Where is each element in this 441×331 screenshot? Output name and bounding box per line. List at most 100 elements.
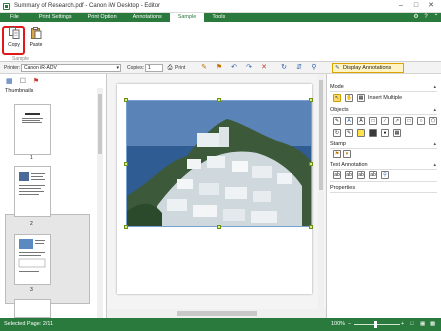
insert-multiple-label[interactable]: Insert Multiple [368,95,402,101]
copies-label: Copies: [127,65,144,71]
resize-handle[interactable] [217,225,221,229]
thumbnail-page-2[interactable] [14,166,51,217]
display-annotations-label: Display Annotations [343,65,392,71]
stamp-select-icon[interactable]: ▾ [343,150,351,158]
ellipse-tool-icon[interactable]: ○ [417,117,425,125]
resize-handle[interactable] [124,162,128,166]
move-icon[interactable]: ⇵ [295,64,303,72]
chevron-up-icon[interactable]: ▴ [433,141,436,147]
delete-icon[interactable]: ✕ [260,64,268,72]
thumbnail-panel: ▦ ☐ ⚑ Thumbnails 1 2 3 [0,74,107,318]
text-highlight-icon[interactable]: ab [333,171,341,179]
redo-icon[interactable]: ↷ [245,64,253,72]
text-annotation-section-label: Text Annotation [330,162,368,168]
thumbnail-scrollbar[interactable] [97,88,103,318]
paste-icon [30,27,42,39]
hand-mode-icon[interactable]: ✋ [345,94,353,102]
insert-multiple-icon[interactable]: ▦ [357,94,365,102]
thumbnail-page-4[interactable] [14,299,51,318]
rotate-icon[interactable]: ↻ [280,64,288,72]
zoom-icon[interactable]: ⚲ [310,64,318,72]
settings-icon[interactable]: ⚙ [411,13,421,22]
printer-icon[interactable]: ⎙ [166,64,174,72]
ribbon-toggle-icon[interactable]: ⌃ [431,13,441,22]
resize-handle[interactable] [309,225,313,229]
copy-button[interactable]: Copy [5,25,23,53]
objects-section-label: Objects [330,107,349,113]
bookmark-view-icon[interactable]: ☐ [20,77,26,85]
thumbnail-number: 2 [30,221,33,227]
textbox-tool-icon[interactable]: A [357,117,365,125]
resize-handle[interactable] [309,98,313,102]
menu-annotations[interactable]: Annotations [125,13,170,22]
chevron-up-icon[interactable]: ▴ [433,107,436,113]
menu-sample[interactable]: Sample [169,13,205,22]
select-mode-icon[interactable]: ↖ [333,94,341,102]
text-link-icon[interactable]: ⚲ [381,171,389,179]
close-icon[interactable]: ✕ [425,1,437,11]
filled-rect-icon[interactable] [369,129,377,137]
annotation-list-icon[interactable]: ⚑ [33,77,39,85]
selected-image[interactable] [126,100,312,227]
zoom-slider-thumb[interactable] [374,321,377,328]
copies-value: 1 [148,65,151,71]
zoom-in-icon[interactable]: + [401,321,404,327]
two-page-icon[interactable]: ▩ [430,321,435,327]
stamp-icon[interactable]: ⚑ [333,150,341,158]
resize-handle[interactable] [309,162,313,166]
annotation-tool-icon[interactable]: ✎ [200,64,208,72]
highlight-rect-icon[interactable] [357,129,365,137]
menu-file[interactable]: File [0,13,31,22]
chevron-up-icon[interactable]: ▴ [433,84,436,90]
line-tool-icon[interactable]: ∕ [381,117,389,125]
app-icon [3,2,10,10]
canvas-scrollbar[interactable] [318,74,324,309]
thumbnail-page-3[interactable] [14,234,51,285]
thumbnails-view-icon[interactable]: ▦ [6,77,13,85]
resize-handle[interactable] [124,98,128,102]
chevron-up-icon[interactable]: ▴ [433,162,436,168]
menu-tools[interactable]: Tools [204,13,233,22]
image-tool-icon[interactable]: ▦ [393,129,401,137]
printer-value: Canon iR-ADV [24,65,57,71]
minimize-icon[interactable]: – [395,1,407,11]
resize-handle[interactable] [124,225,128,229]
help-icon[interactable]: ? [421,13,431,22]
pen-tool-icon[interactable]: ✎ [333,117,341,125]
print-button[interactable]: Print [175,65,185,71]
polygon-tool-icon[interactable]: ⬠ [429,117,437,125]
arrow-tool-icon[interactable]: ↗ [393,117,401,125]
fit-page-icon[interactable]: □ [410,321,413,327]
document-canvas[interactable] [107,74,326,318]
resize-handle[interactable] [217,98,221,102]
copies-input[interactable]: 1 [145,64,163,72]
rectangle-tool-icon[interactable]: □ [405,117,413,125]
stamp-section-label: Stamp [330,141,346,147]
polyline-tool-icon[interactable]: ↻ [333,129,341,137]
text-strikeout-icon[interactable]: ab [357,171,365,179]
display-annotations-button[interactable]: ✎ Display Annotations [332,63,404,73]
maximize-icon[interactable]: □ [410,1,422,11]
filled-ellipse-icon[interactable]: ● [381,129,389,137]
zoom-slider[interactable] [354,324,400,325]
window-title: Summary of Research.pdf - Canon iW Deskt… [14,3,161,9]
undo-icon[interactable]: ↶ [230,64,238,72]
copy-label: Copy [8,42,20,48]
canvas-horizontal-scrollbar[interactable] [107,309,326,318]
menu-print-option[interactable]: Print Option [80,13,125,22]
text-squiggly-icon[interactable]: ab [369,171,377,179]
sticky-note-icon[interactable]: □ [369,117,377,125]
print-toolbar: Printer: Canon iR-ADV ▾ Copies: 1 ⎙ Prin… [0,62,441,74]
zoom-out-icon[interactable]: − [348,321,351,327]
text-tool-icon[interactable]: A [345,117,353,125]
thumbnail-number: 1 [30,155,33,161]
highlighter-tool-icon[interactable]: ✎ [345,129,353,137]
menu-print-settings[interactable]: Print Settings [31,13,80,22]
paste-button[interactable]: Paste [27,25,45,53]
fit-width-icon[interactable]: ▦ [420,321,425,327]
text-underline-icon[interactable]: ab [345,171,353,179]
thumbnail-page-1[interactable] [14,104,51,155]
stamp-tool-icon[interactable]: ⚑ [215,64,223,72]
printer-select[interactable]: Canon iR-ADV ▾ [21,64,121,72]
chevron-down-icon: ▾ [116,65,119,71]
